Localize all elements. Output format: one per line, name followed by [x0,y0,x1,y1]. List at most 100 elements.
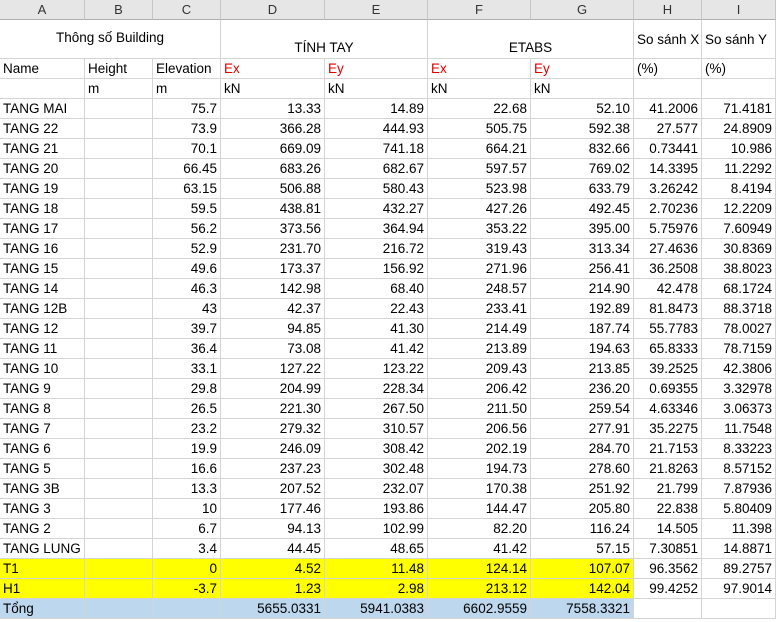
table-row-cell-b[interactable] [85,199,153,219]
header-elevation[interactable]: Elevation [153,59,221,79]
table-row-cell-g[interactable]: 236.20 [531,379,634,399]
table-row-cell-h[interactable]: 55.7783 [634,319,702,339]
table-row-cell-d[interactable]: 506.88 [221,179,325,199]
table-row-cell-d[interactable]: 438.81 [221,199,325,219]
highlight-row-cell-a[interactable]: H1 [0,579,85,599]
table-row-cell-h[interactable]: 27.577 [634,119,702,139]
table-row-cell-e[interactable]: 741.18 [325,139,428,159]
table-row-cell-i[interactable]: 11.7548 [702,419,776,439]
table-row-cell-h[interactable]: 39.2525 [634,359,702,379]
table-row-cell-h[interactable]: 3.26242 [634,179,702,199]
header-ex-hand[interactable]: Ex [221,59,325,79]
table-row-cell-a[interactable]: TANG 21 [0,139,85,159]
table-row-cell-e[interactable]: 302.48 [325,459,428,479]
table-row-cell-g[interactable]: 633.79 [531,179,634,199]
column-header-b[interactable]: B [85,0,153,20]
table-row-cell-g[interactable]: 192.89 [531,299,634,319]
table-row-cell-e[interactable]: 216.72 [325,239,428,259]
highlight-row-cell-d[interactable]: 4.52 [221,559,325,579]
table-row-cell-e[interactable]: 41.42 [325,339,428,359]
highlight-row-cell-i[interactable]: 97.9014 [702,579,776,599]
table-row-cell-g[interactable]: 187.74 [531,319,634,339]
table-row-cell-a[interactable]: TANG 17 [0,219,85,239]
highlight-row-cell-f[interactable]: 213.12 [428,579,531,599]
table-row-cell-f[interactable]: 353.22 [428,219,531,239]
table-row-cell-f[interactable]: 214.49 [428,319,531,339]
table-row-cell-g[interactable]: 284.70 [531,439,634,459]
table-row-cell-d[interactable]: 44.45 [221,539,325,559]
table-row-cell-f[interactable]: 22.68 [428,99,531,119]
highlight-row-cell-g[interactable]: 142.04 [531,579,634,599]
column-header-e[interactable]: E [325,0,428,20]
header-compare-x[interactable]: So sánh X [634,20,702,59]
table-row-cell-h[interactable]: 22.838 [634,499,702,519]
table-row-cell-i[interactable]: 68.1724 [702,279,776,299]
table-row-cell-i[interactable]: 12.2209 [702,199,776,219]
total-row-cell-a[interactable]: Tổng [0,599,85,619]
table-row-cell-e[interactable]: 123.22 [325,359,428,379]
table-row-cell-h[interactable]: 2.70236 [634,199,702,219]
table-row-cell-g[interactable]: 278.60 [531,459,634,479]
table-row-cell-f[interactable]: 209.43 [428,359,531,379]
table-row-cell-a[interactable]: TANG LUNG [0,539,85,559]
column-header-d[interactable]: D [221,0,325,20]
table-row-cell-h[interactable]: 65.8333 [634,339,702,359]
table-row-cell-f[interactable]: 319.43 [428,239,531,259]
table-row-cell-a[interactable]: TANG 19 [0,179,85,199]
header-ey-etabs[interactable]: Ey [531,59,634,79]
table-row-cell-f[interactable]: 211.50 [428,399,531,419]
column-header-f[interactable]: F [428,0,531,20]
table-row-cell-d[interactable]: 207.52 [221,479,325,499]
table-row-cell-a[interactable]: TANG 3B [0,479,85,499]
table-row-cell-g[interactable]: 213.85 [531,359,634,379]
highlight-row-cell-b[interactable] [85,559,153,579]
table-row-cell-a[interactable]: TANG 5 [0,459,85,479]
table-row-cell-c[interactable]: 19.9 [153,439,221,459]
table-row-cell-f[interactable]: 194.73 [428,459,531,479]
column-header-h[interactable]: H [634,0,702,20]
table-row-cell-d[interactable]: 94.13 [221,519,325,539]
table-row-cell-c[interactable]: 43 [153,299,221,319]
table-row-cell-e[interactable]: 232.07 [325,479,428,499]
table-row-cell-c[interactable]: 33.1 [153,359,221,379]
table-row-cell-c[interactable]: 70.1 [153,139,221,159]
table-row-cell-d[interactable]: 366.28 [221,119,325,139]
table-row-cell-d[interactable]: 237.23 [221,459,325,479]
table-row-cell-a[interactable]: TANG 6 [0,439,85,459]
table-row-cell-i[interactable]: 14.8871 [702,539,776,559]
table-row-cell-g[interactable]: 116.24 [531,519,634,539]
table-row-cell-b[interactable] [85,239,153,259]
table-row-cell-c[interactable]: 13.3 [153,479,221,499]
highlight-row-cell-c[interactable]: 0 [153,559,221,579]
table-row-cell-i[interactable]: 10.986 [702,139,776,159]
column-header-a[interactable]: A [0,0,85,20]
table-row-cell-d[interactable]: 231.70 [221,239,325,259]
header-name[interactable]: Name [0,59,85,79]
table-row-cell-g[interactable]: 769.02 [531,159,634,179]
table-row-cell-g[interactable]: 277.91 [531,419,634,439]
highlight-row-cell-b[interactable] [85,579,153,599]
table-row-cell-b[interactable] [85,99,153,119]
header-compare-y[interactable]: So sánh Y [702,20,776,59]
table-row-cell-c[interactable]: 75.7 [153,99,221,119]
table-row-cell-g[interactable]: 205.80 [531,499,634,519]
table-row-cell-f[interactable]: 41.42 [428,539,531,559]
table-row-cell-f[interactable]: 271.96 [428,259,531,279]
table-row-cell-b[interactable] [85,499,153,519]
table-row-cell-h[interactable]: 42.478 [634,279,702,299]
table-row-cell-b[interactable] [85,439,153,459]
table-row-cell-g[interactable]: 57.15 [531,539,634,559]
table-row-cell-i[interactable]: 8.57152 [702,459,776,479]
table-row-cell-g[interactable]: 251.92 [531,479,634,499]
header-ey-hand[interactable]: Ey [325,59,428,79]
table-row-cell-f[interactable]: 505.75 [428,119,531,139]
table-row-cell-h[interactable]: 41.2006 [634,99,702,119]
table-row-cell-a[interactable]: TANG 12B [0,299,85,319]
table-row-cell-a[interactable]: TANG 9 [0,379,85,399]
table-row-cell-d[interactable]: 373.56 [221,219,325,239]
table-row-cell-h[interactable]: 27.4636 [634,239,702,259]
table-row-cell-h[interactable]: 14.505 [634,519,702,539]
table-row-cell-h[interactable]: 21.799 [634,479,702,499]
table-row-cell-e[interactable]: 267.50 [325,399,428,419]
total-row-cell-i[interactable] [702,599,776,619]
